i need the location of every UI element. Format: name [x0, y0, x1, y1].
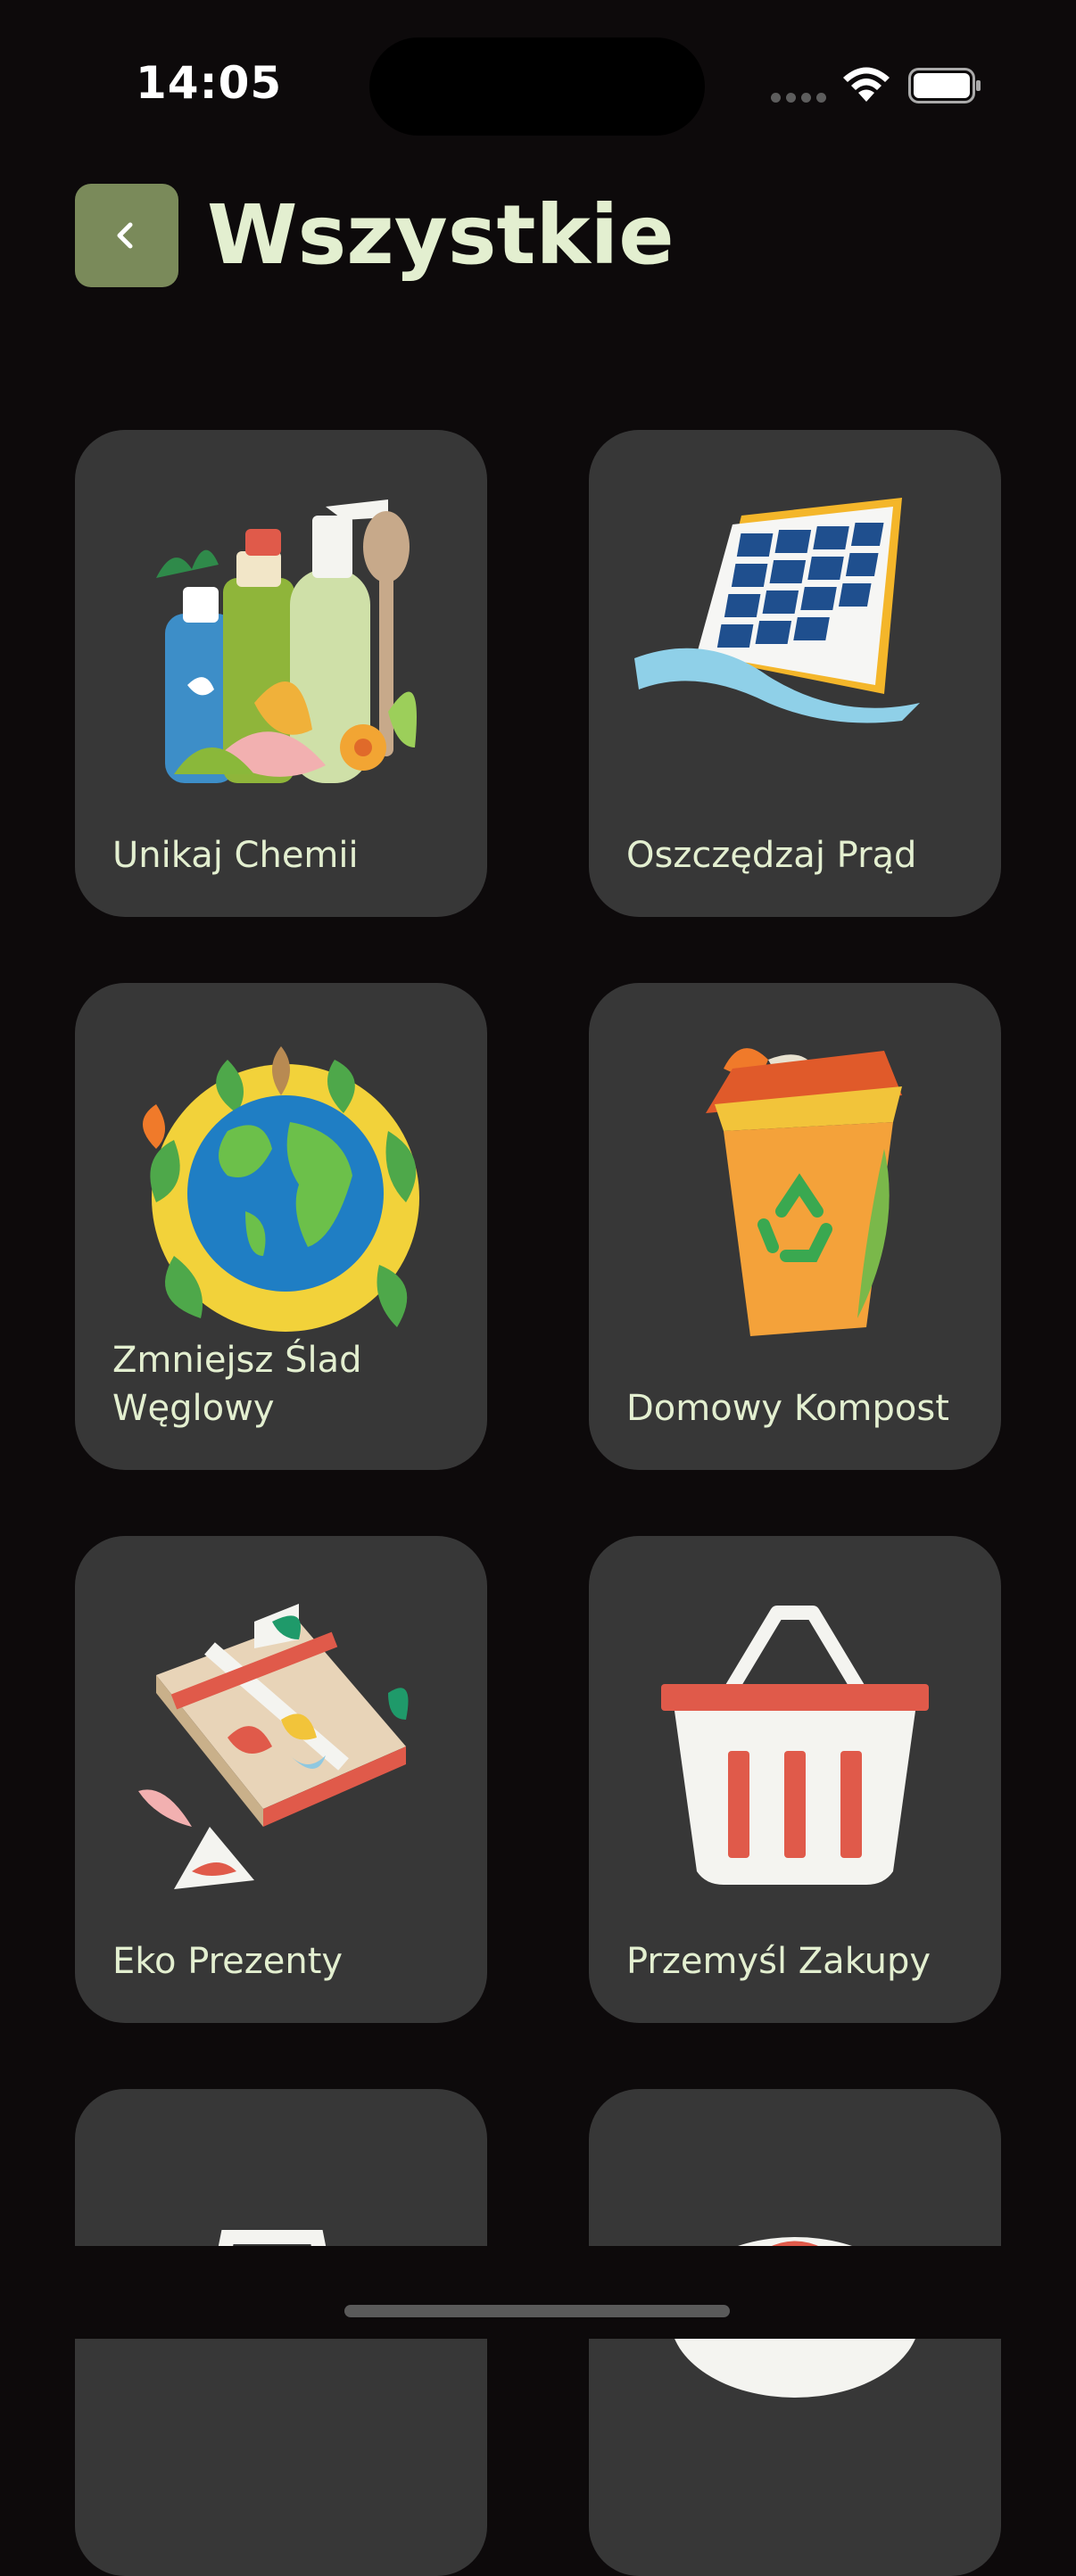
earth-leaves-icon [143, 1046, 419, 1332]
card-label: Zmniejsz Ślad Węglowy [112, 1340, 362, 1429]
battery-icon [908, 68, 981, 103]
card-domowy-kompost[interactable]: Domowy Kompost [589, 983, 1001, 1470]
card-oszczedzaj-prad[interactable]: Oszczędzaj Prąd [589, 430, 1001, 917]
card-label: Unikaj Chemii [112, 835, 359, 876]
wifi-icon [843, 67, 890, 102]
home-indicator[interactable] [344, 2305, 730, 2317]
card-label: Domowy Kompost [626, 1388, 949, 1429]
card-label: Eko Prezenty [112, 1941, 343, 1982]
cellular-signal-icon [771, 93, 826, 103]
bottom-safe-area [0, 2246, 1076, 2339]
compost-bin-icon [706, 1048, 902, 1336]
card-label: Oszczędzaj Prąd [626, 835, 917, 876]
gift-box-icon [138, 1604, 409, 1889]
dynamic-island [369, 37, 705, 136]
status-time: 14:05 [136, 57, 283, 109]
card-unikaj-chemii[interactable]: Unikaj Chemii [75, 430, 487, 917]
card-zmniejsz-slad-weglowy[interactable]: Zmniejsz Ślad Węglowy [75, 983, 487, 1470]
back-button[interactable] [75, 184, 178, 287]
cleaning-bottles-icon [156, 500, 417, 783]
card-eko-prezenty[interactable]: Eko Prezenty [75, 1536, 487, 2023]
chevron-left-icon [117, 222, 133, 249]
card-przemysl-zakupy[interactable]: Przemyśl Zakupy [589, 1536, 1001, 2023]
shopping-basket-icon [661, 1606, 929, 1885]
card-label: Przemyśl Zakupy [626, 1941, 931, 1982]
page-title: Wszystkie [207, 187, 675, 283]
solar-panel-icon [634, 498, 920, 723]
